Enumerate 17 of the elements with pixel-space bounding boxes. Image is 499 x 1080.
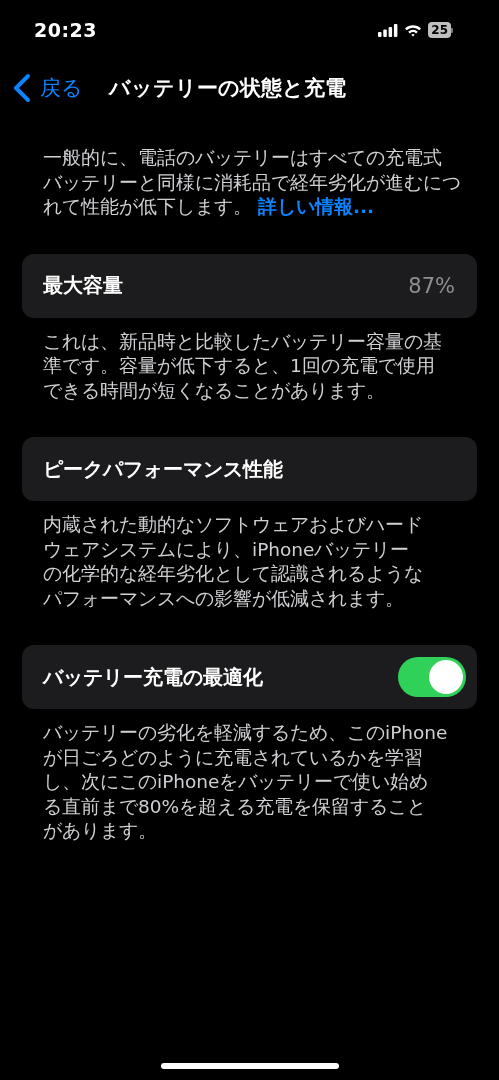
section-footer: バッテリーの劣化を軽減するため、このiPhone が日ごろどのように充電されているかを学習 し、次にこのiPhoneをバッテリーで使い始め る直前まで80%を超える充電を保留すること があります。 [43,721,477,844]
learn-more-link[interactable]: 詳しい情報... [257,196,374,217]
chevron-left-icon [12,73,32,103]
signal-icon [378,23,399,37]
page-title: バッテリーの状態と充電 [109,75,346,102]
time: 20:23 [34,19,97,41]
intro-paragraph: 一般的に、電話のバッテリーはすべての充電式 バッテリーと同様に消耗品で経年劣化が進むにつ れて性能が低下します。 詳しい情報... [43,146,462,219]
section-footer: 内蔵された動的なソフトウェアおよびハード ウェアシステムにより、iPhoneバッテリー の化学的な経年劣化として認識されるような パフォーマンスへの影響が低減されます。 [43,513,477,611]
back-button[interactable]: 戻る [12,73,83,103]
row-label: バッテリー充電の最適化 [43,663,263,691]
row-label: 最大容量 [43,272,123,299]
wifi-icon [404,23,423,37]
row-value: 87% [408,273,455,298]
section-footer: これは、新品時と比較したバッテリー容量の基 準です。容量が低下すると、1回の充電で使用 できる時間が短くなることがあります。 [43,329,477,403]
row-label: ピークパフォーマンス性能 [43,455,283,483]
toggle-switch[interactable] [398,657,466,697]
battery-icon: 25 [428,22,453,38]
